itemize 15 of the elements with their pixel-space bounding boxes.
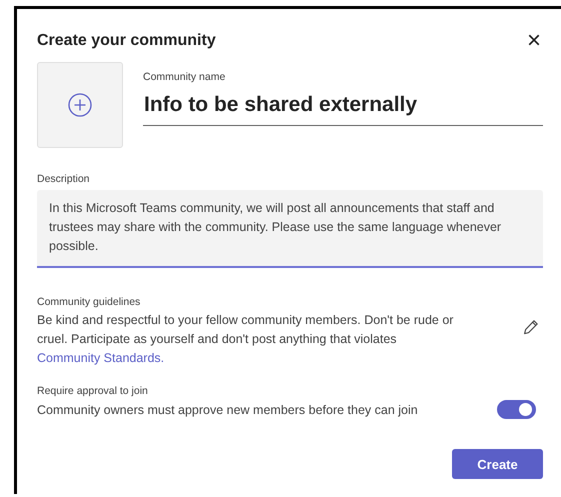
standards-link[interactable]: Community Standards.: [37, 351, 164, 365]
close-button[interactable]: ×: [526, 30, 541, 52]
toggle-switch[interactable]: [497, 400, 536, 419]
description-field[interactable]: In this Microsoft Teams community, we will post all announcements that staff and trustees may share with the community. Please use the same language whenever possible.: [37, 190, 543, 268]
pencil-icon: [523, 319, 539, 335]
section-label: Community guidelines: [37, 296, 142, 308]
approval-text: Community owners must approve new members before they can join: [37, 402, 418, 416]
dialog-title: Create your community: [37, 32, 216, 50]
field-label: Community name: [143, 71, 226, 83]
create-button[interactable]: Create: [452, 449, 543, 479]
section-label: Require approval to join: [37, 385, 149, 397]
plus-circle-icon: [68, 93, 92, 117]
guidelines-text: Be kind and respectful to your fellow community members. Don't be rude or cruel. Participate as yourself and don't post anything that violates Community Standards.: [37, 312, 454, 367]
field-label: Description: [37, 173, 91, 185]
name-field[interactable]: Info to be shared externally: [143, 83, 543, 126]
